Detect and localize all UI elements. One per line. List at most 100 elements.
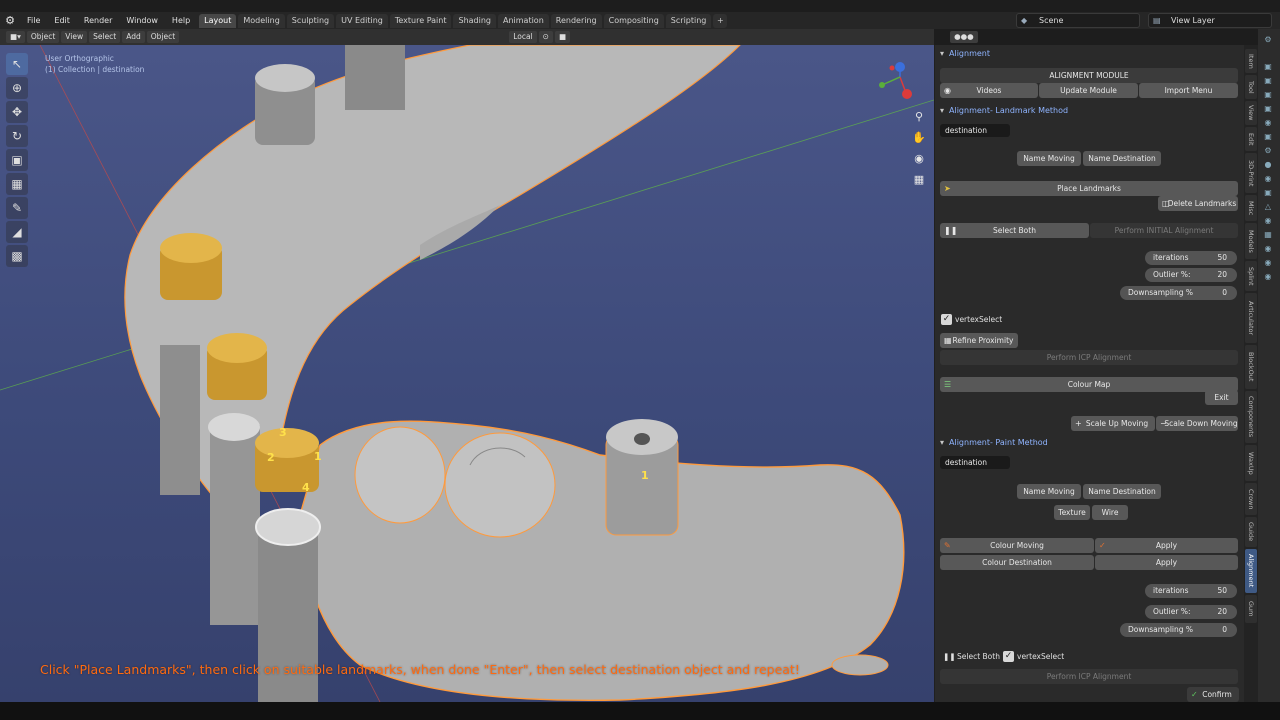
data-properties-icon[interactable]: △ — [1262, 202, 1274, 212]
paint-name-moving-button[interactable]: Name Moving — [1017, 484, 1081, 499]
physics-properties-icon[interactable]: ◉ — [1262, 174, 1274, 184]
paint-outlier-field[interactable]: Outlier %: 20 — [1145, 605, 1237, 619]
blender-logo-icon[interactable]: ⚙ — [0, 12, 20, 29]
sidebar-tab-components[interactable]: Components — [1245, 391, 1257, 443]
scene-selector[interactable]: ◆ Scene — [1016, 13, 1140, 28]
scale-icon[interactable]: ▣ — [6, 149, 28, 171]
tab-animation[interactable]: Animation — [497, 13, 549, 28]
scale-down-moving-button[interactable]: − Scale Down Moving — [1156, 416, 1238, 431]
confirm-button[interactable]: ✓ Confirm — [1187, 687, 1239, 702]
delete-landmarks-button[interactable]: ◫ Delete Landmarks — [1158, 196, 1238, 211]
editor-type-icon[interactable]: ■▾ — [6, 31, 25, 43]
sidebar-tab-blockout[interactable]: BlockOut — [1245, 345, 1257, 389]
refine-proximity-button[interactable]: ▦ Refine Proximity — [940, 333, 1018, 348]
wire-button[interactable]: Wire — [1092, 505, 1128, 520]
snap-icon[interactable]: ■ — [554, 31, 571, 43]
texture-properties-icon[interactable]: ▦ — [1262, 230, 1274, 240]
paint-name-destination-button[interactable]: Name Destination — [1083, 484, 1161, 499]
extra-properties-icon[interactable]: ◉ — [1262, 272, 1274, 282]
menu-help[interactable]: Help — [165, 12, 197, 29]
colour-moving-apply-button[interactable]: ✓ Apply — [1095, 538, 1238, 553]
viewport-shading-icon[interactable]: ●●● — [950, 31, 978, 43]
tab-uv-editing[interactable]: UV Editing — [336, 13, 388, 28]
landmark-destination-field[interactable]: destination — [940, 124, 1010, 137]
sidebar-tab-splint[interactable]: Splint — [1245, 261, 1257, 291]
view-menu[interactable]: View — [61, 31, 88, 43]
landmark-name-destination-button[interactable]: Name Destination — [1083, 151, 1161, 166]
grid-icon[interactable]: ▦ — [910, 170, 928, 188]
object-properties-icon[interactable]: ▣ — [1262, 132, 1274, 142]
modifier-properties-icon[interactable]: ⚙ — [1262, 146, 1274, 156]
view-layer-properties-icon[interactable]: ▣ — [1262, 90, 1274, 100]
menu-edit[interactable]: Edit — [47, 12, 77, 29]
transform-icon[interactable]: ▦ — [6, 173, 28, 195]
colour-map-button[interactable]: ☰ Colour Map — [940, 377, 1238, 392]
section-landmark-title[interactable]: Alignment- Landmark Method — [937, 104, 1241, 118]
paint-iterations-field[interactable]: iterations 50 — [1145, 584, 1237, 598]
rotate-icon[interactable]: ↻ — [6, 125, 28, 147]
move-icon[interactable]: ✥ — [6, 101, 28, 123]
sidebar-tab-item[interactable]: Item — [1245, 49, 1257, 73]
extra-properties-icon[interactable]: ◉ — [1262, 258, 1274, 268]
extra-properties-icon[interactable]: ◉ — [1262, 244, 1274, 254]
landmark-vertexselect-checkbox[interactable]: ✓ vertexSelect — [941, 313, 1002, 326]
sidebar-tab-waxup[interactable]: WaxUp — [1245, 445, 1257, 481]
update-module-button[interactable]: Update Module — [1039, 83, 1138, 98]
zoom-icon[interactable]: ⚲ — [910, 107, 928, 125]
colour-destination-apply-button[interactable]: Apply — [1095, 555, 1238, 570]
landmark-select-both-button[interactable]: ❚❚ Select Both — [940, 223, 1089, 238]
tab-layout[interactable]: Layout — [199, 13, 237, 28]
sidebar-tab-articulator[interactable]: Articulator — [1245, 293, 1257, 343]
scene-properties-icon[interactable]: ▣ — [1262, 104, 1274, 114]
add-cube-icon[interactable]: ▩ — [6, 245, 28, 267]
object-mode-dropdown[interactable]: Object Mode — [26, 31, 60, 53]
output-properties-icon[interactable]: ▣ — [1262, 76, 1274, 86]
perform-initial-alignment-button[interactable]: Perform INITIAL Alignment — [1090, 223, 1238, 238]
sidebar-tab-crown[interactable]: Crown — [1245, 483, 1257, 515]
sidebar-tab-alignment[interactable]: Alignment — [1245, 549, 1257, 593]
sidebar-tab-edit[interactable]: Edit — [1245, 127, 1257, 151]
constraint-properties-icon[interactable]: ▣ — [1262, 188, 1274, 198]
tool-properties-icon[interactable]: ⚙ — [1262, 35, 1274, 45]
sidebar-tab-gum[interactable]: Gum — [1245, 595, 1257, 623]
place-landmarks-button[interactable]: ➤ Place Landmarks — [940, 181, 1238, 196]
import-menu-button[interactable]: Import Menu — [1139, 83, 1238, 98]
paint-vertexselect-checkbox[interactable]: ✓ vertexSelect — [1003, 650, 1064, 663]
menu-window[interactable]: Window — [119, 12, 165, 29]
section-paint-title[interactable]: Alignment- Paint Method — [937, 436, 1241, 450]
sidebar-tab-3d-print[interactable]: 3D-Print — [1245, 153, 1257, 193]
object-menu[interactable]: Object — [146, 31, 180, 43]
tab-texture-paint[interactable]: Texture Paint — [389, 13, 452, 28]
view-layer-selector[interactable]: ▤ View Layer — [1148, 13, 1272, 28]
tab-scripting[interactable]: Scripting — [665, 13, 712, 28]
annotate-icon[interactable]: ✎ — [6, 197, 28, 219]
paint-perform-icp-button[interactable]: Perform ICP Alignment — [940, 669, 1238, 684]
sidebar-tab-models[interactable]: Models — [1245, 223, 1257, 259]
paint-select-both-button[interactable]: ❚❚ Select Both — [941, 650, 1000, 663]
colour-destination-button[interactable]: Colour Destination — [940, 555, 1094, 570]
paint-downsampling-field[interactable]: Downsampling % 0 — [1120, 623, 1237, 637]
landmark-downsampling-field[interactable]: Downsampling % 0 — [1120, 286, 1237, 300]
colour-moving-button[interactable]: ✎ Colour Moving — [940, 538, 1094, 553]
camera-icon[interactable]: ◉ — [910, 149, 928, 167]
select-menu[interactable]: Select — [89, 31, 121, 43]
tab-sculpting[interactable]: Sculpting — [286, 13, 335, 28]
material-properties-icon[interactable]: ◉ — [1262, 216, 1274, 226]
tab-compositing[interactable]: Compositing — [603, 13, 664, 28]
add-workspace-button[interactable]: + — [713, 13, 728, 28]
particles-properties-icon[interactable]: ● — [1262, 160, 1274, 170]
videos-button[interactable]: ◉ Videos — [940, 83, 1038, 98]
3d-viewport[interactable]: 3 2 1 4 1 User Orthographic (1) Collecti… — [0, 45, 934, 702]
tab-shading[interactable]: Shading — [453, 13, 496, 28]
menu-render[interactable]: Render — [77, 12, 119, 29]
sidebar-tab-tool[interactable]: Tool — [1245, 75, 1257, 99]
select-box-icon[interactable]: ↖ — [6, 53, 28, 75]
sidebar-tab-guide[interactable]: Guide — [1245, 517, 1257, 547]
sidebar-tab-misc[interactable]: Misc — [1245, 195, 1257, 221]
sidebar-tab-view[interactable]: View — [1245, 101, 1257, 125]
landmark-outlier-field[interactable]: Outlier %: 20 — [1145, 268, 1237, 282]
cursor-icon[interactable]: ⊕ — [6, 77, 28, 99]
landmark-perform-icp-button[interactable]: Perform ICP Alignment — [940, 350, 1238, 365]
pan-hand-icon[interactable]: ✋ — [910, 128, 928, 146]
paint-destination-field[interactable]: destination — [940, 456, 1010, 469]
